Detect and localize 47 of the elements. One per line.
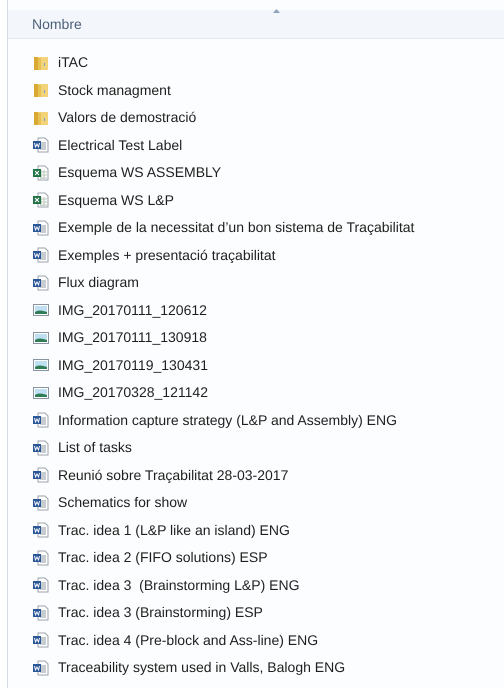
spreadsheet-icon [33, 164, 49, 181]
word-document-icon [33, 274, 49, 291]
file-name[interactable]: IMG_20170111_130918 [58, 327, 207, 348]
file-name[interactable]: Information capture strategy (L&P and Assembly) ENG [58, 410, 398, 431]
file-name[interactable]: Reunió sobre Traçabilitat 28-03-2017 [58, 464, 288, 486]
file-name[interactable]: iTAC [58, 52, 88, 74]
image-icon [33, 302, 49, 318]
file-name[interactable]: Traceability system used in Valls, Balogh ENG [58, 657, 346, 678]
file-name[interactable]: Flux diagram [58, 272, 139, 294]
file-name[interactable]: IMG_20170119_130431 [58, 354, 208, 376]
file-name[interactable]: Trac. idea 1 (L&P like an island) ENG [58, 520, 290, 541]
folder-icon [33, 110, 49, 126]
word-document-icon [33, 577, 49, 594]
word-document-icon [33, 247, 49, 264]
folder-icon [33, 82, 49, 98]
file-name[interactable]: Trac. idea 3 (Brainstorming) ESP [58, 602, 263, 624]
file-name[interactable]: IMG_20170111_120612 [58, 300, 207, 321]
word-document-icon [33, 137, 49, 154]
word-document-icon [33, 494, 49, 511]
spreadsheet-icon [33, 192, 49, 208]
folder-icon [33, 54, 49, 71]
file-name[interactable]: Esquema WS L&P [58, 190, 174, 211]
word-document-icon [33, 550, 49, 566]
word-document-icon [33, 220, 49, 236]
image-icon [33, 330, 49, 346]
word-document-icon [33, 660, 49, 676]
file-name[interactable]: Trac. idea 4 (Pre-block and Ass-line) ENG [58, 630, 318, 651]
file-name[interactable]: Electrical Test Label [58, 134, 182, 156]
column-header[interactable]: Nombre [32, 14, 82, 34]
word-document-icon [33, 440, 49, 456]
image-icon [33, 384, 49, 401]
file-name[interactable]: Trac. idea 3 (Brainstorming L&P) ENG [58, 574, 300, 596]
file-name[interactable]: Esquema WS ASSEMBLY [58, 162, 222, 184]
word-document-icon [33, 632, 49, 648]
word-document-icon [33, 522, 49, 538]
word-document-icon [33, 467, 49, 484]
image-icon [33, 357, 49, 374]
file-name[interactable]: List of tasks [58, 437, 132, 458]
word-document-icon [33, 604, 49, 621]
file-name[interactable]: Exemple de la necessitat d’un bon sistema de Traçabilitat [58, 217, 414, 238]
file-name[interactable]: Trac. idea 2 (FIFO solutions) ESP [58, 547, 268, 568]
file-name[interactable]: Stock managment [58, 80, 171, 101]
file-name[interactable]: Schematics for show [58, 492, 188, 514]
file-name[interactable]: Exemples + presentació traçabilitat [58, 244, 276, 266]
file-name[interactable]: Valors de demostració [58, 107, 196, 128]
word-document-icon [33, 412, 49, 428]
file-name[interactable]: IMG_20170328_121142 [58, 382, 208, 404]
